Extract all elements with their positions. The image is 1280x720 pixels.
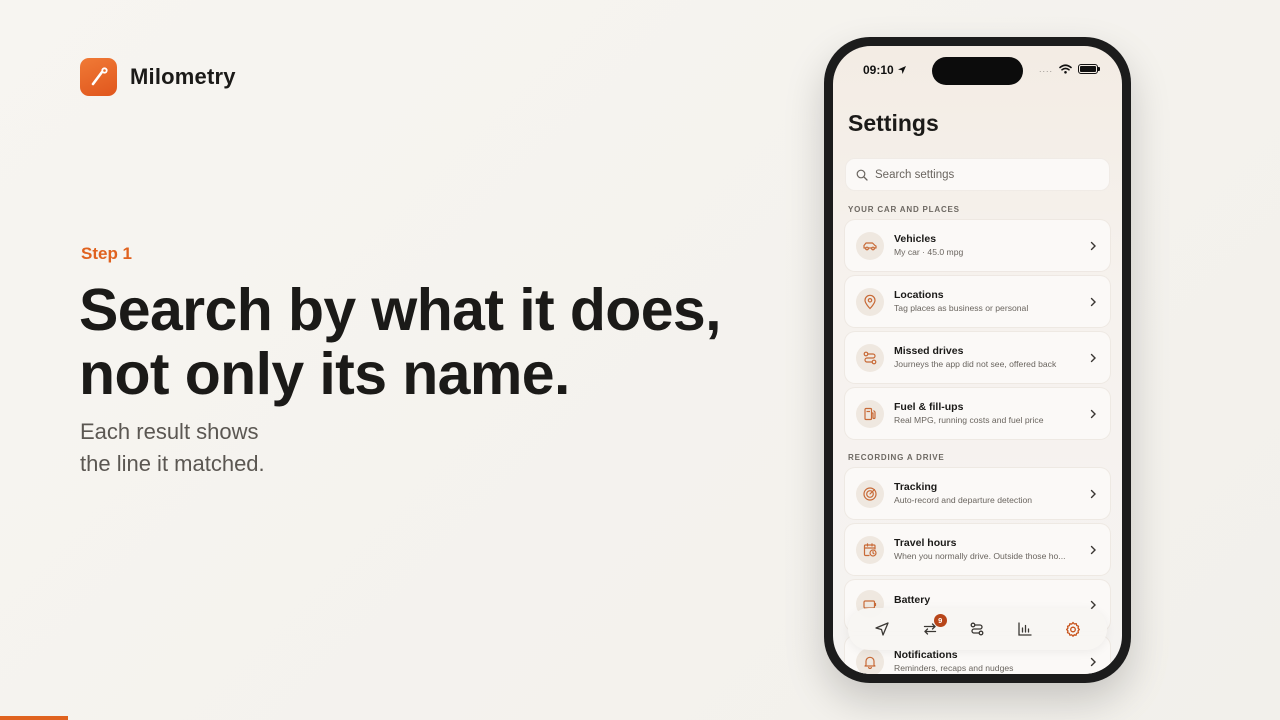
- brand: Milometry: [80, 58, 236, 96]
- tab-settings[interactable]: [1058, 614, 1088, 644]
- row-title: Battery: [894, 594, 931, 606]
- gear-icon: [1066, 621, 1081, 637]
- headline: Search by what it does, not only its nam…: [79, 278, 779, 406]
- subcopy-line: the line it matched.: [80, 451, 265, 476]
- row-title: Travel hours: [894, 537, 957, 549]
- bell-icon: [856, 647, 884, 674]
- chevron-right-icon: [1088, 241, 1098, 251]
- tab-trips[interactable]: 9: [915, 614, 947, 644]
- settings-row-locations[interactable]: Locations Tag places as business or pers…: [845, 276, 1110, 327]
- chevron-right-icon: [1088, 657, 1098, 667]
- fuel-pump-icon: [856, 399, 884, 428]
- settings-row-fuel[interactable]: Fuel & fill-ups Real MPG, running costs …: [845, 388, 1110, 439]
- tab-bar: 9: [848, 608, 1107, 650]
- section-header: RECORDING A DRIVE: [848, 453, 945, 462]
- status-bar: 09:10 ....: [833, 46, 1122, 90]
- page-title: Settings: [848, 110, 939, 136]
- battery-icon: [1078, 64, 1100, 74]
- status-indicators: ....: [1038, 64, 1100, 74]
- settings-row-travel-hours[interactable]: Travel hours When you normally drive. Ou…: [845, 524, 1110, 575]
- row-title: Vehicles: [894, 233, 937, 245]
- phone-frame: 09:10 .... Settings Search settings YOUR…: [824, 37, 1131, 683]
- row-title: Notifications: [894, 649, 958, 661]
- phone-screen: 09:10 .... Settings Search settings YOUR…: [833, 46, 1122, 674]
- subcopy-line: Each result shows: [80, 419, 259, 444]
- row-subtitle: Reminders, recaps and nudges: [894, 663, 1014, 673]
- chevron-right-icon: [1088, 409, 1098, 419]
- location-arrow-icon: [897, 66, 906, 74]
- search-input[interactable]: [875, 168, 1095, 181]
- section-header: YOUR CAR AND PLACES: [848, 205, 960, 214]
- row-subtitle: Journeys the app did not see, offered ba…: [894, 359, 1057, 369]
- search-icon: [856, 169, 868, 181]
- tab-routes[interactable]: [962, 614, 992, 644]
- settings-row-missed-drives[interactable]: Missed drives Journeys the app did not s…: [845, 332, 1110, 383]
- pen-mark-icon: [80, 58, 117, 96]
- settings-row-vehicles[interactable]: Vehicles My car · 45.0 mpg: [845, 220, 1110, 271]
- settings-row-tracking[interactable]: Tracking Auto-record and departure detec…: [845, 468, 1110, 519]
- row-subtitle: Real MPG, running costs and fuel price: [894, 415, 1044, 425]
- calendar-clock-icon: [856, 535, 884, 564]
- chevron-right-icon: [1088, 297, 1098, 307]
- row-title: Locations: [894, 289, 944, 301]
- row-subtitle: When you normally drive. Outside those h…: [894, 551, 1066, 561]
- row-subtitle: My car · 45.0 mpg: [894, 247, 964, 257]
- tab-reports[interactable]: [1010, 614, 1040, 644]
- radar-icon: [856, 479, 884, 508]
- brand-name: Milometry: [130, 64, 236, 89]
- signal-icon: ....: [1038, 64, 1053, 74]
- row-title: Tracking: [894, 481, 938, 493]
- route-icon: [971, 622, 984, 636]
- row-subtitle: Auto-record and departure detection: [894, 495, 1033, 505]
- status-time-text: 09:10: [863, 63, 894, 77]
- chevron-right-icon: [1088, 489, 1098, 499]
- chevron-right-icon: [1088, 353, 1098, 363]
- bar-chart-icon: [1018, 622, 1032, 636]
- tab-drive[interactable]: [867, 614, 897, 644]
- search-bar[interactable]: [845, 158, 1110, 191]
- subcopy: Each result shows the line it matched.: [80, 416, 400, 480]
- status-time: 09:10: [863, 63, 907, 77]
- progress-strip: [0, 716, 68, 720]
- row-title: Fuel & fill-ups: [894, 401, 964, 413]
- row-subtitle: Tag places as business or personal: [894, 303, 1029, 313]
- step-label: Step 1: [81, 244, 133, 263]
- dynamic-island: [932, 57, 1023, 85]
- location-pin-icon: [856, 287, 884, 316]
- row-title: Missed drives: [894, 345, 964, 357]
- route-icon: [856, 343, 884, 372]
- wifi-icon: [1059, 64, 1072, 74]
- headline-line: not only its name.: [79, 341, 570, 407]
- car-icon: [856, 231, 884, 260]
- trips-badge: 9: [933, 614, 947, 627]
- navigation-arrow-icon: [875, 622, 889, 636]
- headline-line: Search by what it does,: [79, 277, 722, 343]
- chevron-right-icon: [1088, 545, 1098, 555]
